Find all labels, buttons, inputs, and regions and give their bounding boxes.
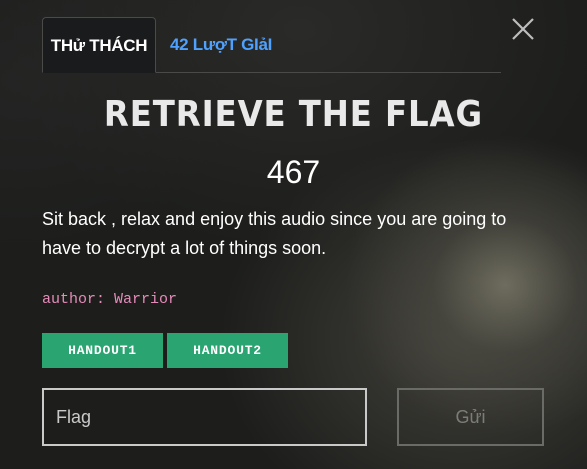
challenge-points: 467 [266,154,321,190]
tab-solves[interactable]: 42 LượT GIảI [170,17,272,73]
challenge-description: Sit back , relax and enjoy this audio si… [42,209,507,258]
submit-button[interactable]: Gửi [397,388,544,446]
flag-input[interactable] [42,388,367,446]
close-icon [512,18,534,40]
challenge-title: RETRIEVE THE FLAG [103,94,484,135]
challenge-author: author: Warrior [42,291,178,308]
modal-tabs: THử THÁCH 42 LượT GIảI [42,17,501,73]
challenge-modal: THử THÁCH 42 LượT GIảI RETRIEVE THE FLAG… [0,0,587,469]
handout2-download-button[interactable]: HANDOUT2 [167,333,288,368]
close-button[interactable] [510,16,536,42]
tab-challenge[interactable]: THử THÁCH [42,17,156,73]
handout1-download-button[interactable]: HANDOUT1 [42,333,163,368]
